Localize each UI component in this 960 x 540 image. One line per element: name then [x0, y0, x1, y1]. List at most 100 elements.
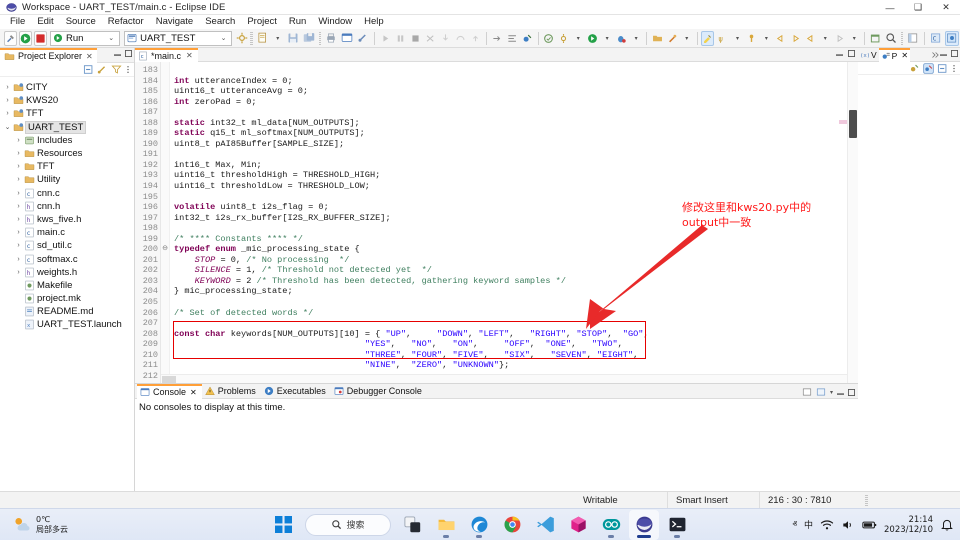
collapse-all-breakpoints-icon[interactable] — [937, 63, 948, 74]
code-line[interactable]: uint16_t utteranceAvg = 0; — [170, 86, 858, 97]
tree-item-resources[interactable]: › Resources — [0, 147, 134, 160]
chevron-down-icon[interactable]: ▾ — [731, 31, 743, 46]
menu-project[interactable]: Project — [241, 15, 283, 29]
tree-item-kws20[interactable]: › KWS20 — [0, 94, 134, 107]
toggle-breakpoints-icon[interactable] — [521, 31, 534, 46]
menu-file[interactable]: File — [4, 15, 31, 29]
notification-bell-icon[interactable] — [940, 518, 954, 532]
tree-item-project-mk[interactable]: project.mk — [0, 292, 134, 305]
edge-button[interactable] — [464, 510, 494, 540]
chevron-right-icon[interactable]: › — [14, 269, 23, 276]
chevron-right-icon[interactable]: › — [14, 163, 23, 170]
gear-icon[interactable] — [236, 32, 248, 45]
tab-project-explorer[interactable]: Project Explorer ✕ — [0, 47, 97, 63]
chevron-right-icon[interactable]: › — [14, 176, 23, 183]
close-icon[interactable]: ✕ — [190, 388, 197, 397]
menu-search[interactable]: Search — [199, 15, 241, 29]
tree-item-includes[interactable]: › Includes — [0, 134, 134, 147]
next-annotation-icon[interactable] — [833, 31, 846, 46]
close-button[interactable]: ✕ — [932, 0, 960, 15]
chevron-down-icon[interactable]: ▾ — [272, 31, 284, 46]
fold-toggle-icon[interactable]: ⊖ — [161, 244, 169, 255]
new-window-icon[interactable] — [869, 31, 882, 46]
menu-window[interactable]: Window — [312, 15, 358, 29]
chevron-right-icon[interactable]: › — [3, 84, 12, 91]
tree-item-tft[interactable]: › TFT — [0, 160, 134, 173]
tree-item-cnn-h[interactable]: › h cnn.h — [0, 200, 134, 213]
status-resize-grip[interactable] — [865, 494, 868, 506]
cube-app-button[interactable] — [563, 510, 593, 540]
tree-item-uart-test-launch[interactable]: x UART_TEST.launch — [0, 318, 134, 331]
code-line[interactable]: int zeroPad = 0; — [170, 97, 858, 108]
file-explorer-button[interactable] — [431, 510, 461, 540]
chevron-down-icon[interactable]: ▾ — [572, 31, 584, 46]
vscode-button[interactable] — [530, 510, 560, 540]
start-button[interactable] — [268, 510, 298, 540]
right-panel-menu-icon[interactable] — [951, 63, 957, 74]
chevron-down-icon[interactable]: ⌄ — [3, 123, 12, 131]
editor-hscroll-thumb[interactable] — [162, 376, 176, 383]
chevron-right-icon[interactable]: › — [14, 216, 23, 223]
code-line[interactable]: "NINE", "ZERO", "UNKNOWN"}; — [170, 360, 858, 371]
tree-item-readme-md[interactable]: README.md — [0, 305, 134, 318]
macro-icon[interactable]: ψ — [716, 31, 729, 46]
marker-icon[interactable] — [745, 31, 758, 46]
chevron-down-icon[interactable]: ▾ — [819, 31, 831, 46]
chevron-right-icon[interactable]: › — [14, 150, 23, 157]
menu-refactor[interactable]: Refactor — [102, 15, 150, 29]
menu-source[interactable]: Source — [60, 15, 102, 29]
tab-console[interactable]: Console ✕ — [137, 383, 202, 399]
arduino-button[interactable] — [596, 510, 626, 540]
link-icon[interactable] — [356, 31, 370, 46]
chevron-right-icon[interactable]: › — [14, 137, 23, 144]
previous-annotation-icon[interactable] — [804, 31, 817, 46]
cpp-perspective-icon[interactable]: C — [929, 31, 943, 46]
code-line[interactable]: KEYWORD = 2 /* Threshold has been detect… — [170, 276, 858, 287]
back-nav-icon[interactable] — [774, 31, 787, 46]
add-breakpoint-icon[interactable] — [909, 63, 920, 74]
maximize-view-icon[interactable] — [125, 50, 132, 57]
print-icon[interactable] — [324, 31, 338, 46]
code-line[interactable]: static int32_t ml_data[NUM_OUTPUTS]; — [170, 118, 858, 129]
taskbar-clock[interactable]: 21:14 2023/12/10 — [884, 515, 933, 535]
tree-item-sd-util-c[interactable]: › c sd_util.c — [0, 239, 134, 252]
chevron-down-icon[interactable]: ▾ — [830, 389, 833, 396]
code-line[interactable]: uint16_t thresholdHigh = THRESHOLD_HIGH; — [170, 170, 858, 181]
chevron-down-icon[interactable]: ▾ — [630, 31, 642, 46]
wifi-icon[interactable] — [820, 518, 834, 532]
chrome-button[interactable] — [497, 510, 527, 540]
weather-widget[interactable]: 0℃ 局部多云 — [12, 515, 68, 534]
chevron-right-icon[interactable]: › — [3, 97, 12, 104]
display-selected-console-icon[interactable] — [802, 387, 812, 397]
filter-icon[interactable] — [111, 64, 122, 75]
menu-edit[interactable]: Edit — [31, 15, 59, 29]
chevron-right-icon[interactable]: › — [14, 190, 23, 197]
console-view-icon[interactable] — [340, 31, 354, 46]
tree-item-cnn-c[interactable]: › c cnn.c — [0, 187, 134, 200]
skip-breakpoints-icon[interactable] — [506, 31, 519, 46]
code-line[interactable]: static q15_t ml_softmax[NUM_OUTPUTS]; — [170, 128, 858, 139]
menu-run[interactable]: Run — [283, 15, 312, 29]
code-line[interactable] — [170, 297, 858, 308]
code-line[interactable]: STOP = 0, /* No processing */ — [170, 255, 858, 266]
tree-item-main-c[interactable]: › c main.c — [0, 226, 134, 239]
save-icon[interactable] — [286, 31, 300, 46]
tree-item-uart-test[interactable]: ⌄ UART_TEST — [0, 120, 134, 134]
taskbar-search[interactable]: 搜索 — [305, 513, 391, 536]
maximize-editor-icon[interactable] — [848, 50, 855, 57]
tab-debugger-console[interactable]: Debugger Console — [331, 384, 427, 399]
highlight-tool-icon[interactable] — [701, 30, 715, 46]
code-line[interactable]: int utteranceIndex = 0; — [170, 76, 858, 87]
chevron-right-icon[interactable]: › — [3, 110, 12, 117]
menu-help[interactable]: Help — [358, 15, 390, 29]
run-icon[interactable] — [19, 30, 32, 46]
code-line[interactable]: uint16_t thresholdLow = THRESHOLD_LOW; — [170, 181, 858, 192]
chevron-right-icon[interactable]: › — [14, 256, 23, 263]
open-console-icon[interactable] — [816, 387, 826, 397]
new-icon[interactable] — [256, 31, 270, 46]
editor-horizontal-scrollbar[interactable] — [161, 374, 847, 383]
build-settings-icon[interactable] — [557, 31, 570, 46]
chevron-down-icon[interactable]: ▾ — [681, 31, 693, 46]
minimize-view-icon[interactable] — [114, 50, 121, 57]
close-icon[interactable]: ✕ — [901, 51, 908, 60]
